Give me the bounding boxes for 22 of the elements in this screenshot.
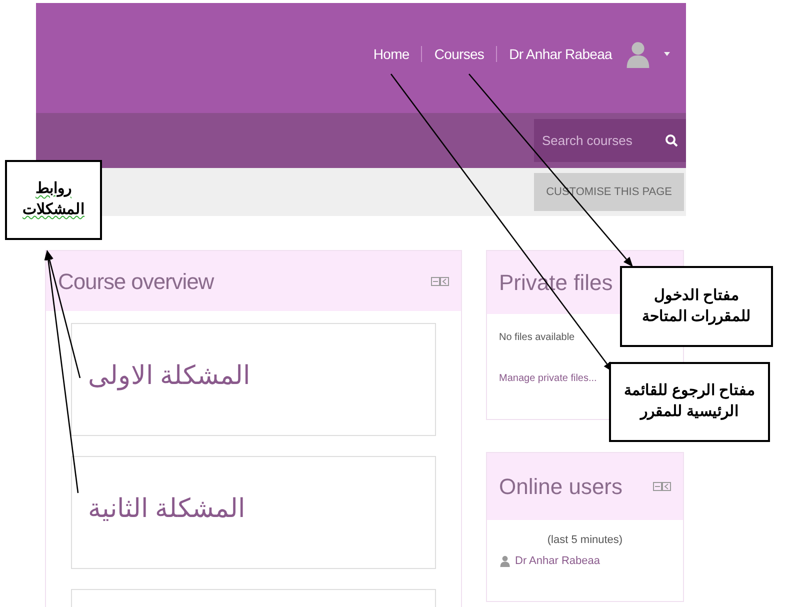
annotation-callout: مفتاح الدخول للمقررات المتاحة <box>620 266 773 347</box>
annotation-callout: روابط المشكلات <box>5 160 102 240</box>
period-text: (last 5 minutes) <box>546 533 624 548</box>
search-icon[interactable] <box>665 134 678 147</box>
course-link[interactable]: المشكلة الثانية <box>88 489 246 528</box>
search-field[interactable]: Search courses <box>542 130 652 150</box>
manage-files-link[interactable]: Manage private files... <box>499 371 597 386</box>
course-link[interactable]: المشكلة الاولى <box>88 356 250 395</box>
block-controls-icon[interactable] <box>653 482 671 491</box>
user-link[interactable]: Dr Anhar Rabeaa <box>515 552 600 569</box>
block-title: Online users <box>499 473 623 501</box>
block-title: Course overview <box>58 268 214 296</box>
search-box[interactable]: Search courses <box>534 119 686 162</box>
caret-icon[interactable] <box>664 52 670 56</box>
empty-files-text: No files available <box>499 331 576 345</box>
block-controls-icon[interactable] <box>431 276 449 286</box>
user-icon <box>624 40 652 68</box>
home-link[interactable]: Home <box>373 44 410 64</box>
courses-link[interactable]: Courses <box>434 44 484 64</box>
annotation-callout: مفتاح الرجوع للقائمة الرئيسية للمقرر <box>609 362 770 442</box>
user-icon <box>499 554 511 567</box>
user-menu-link[interactable]: Dr Anhar Rabeaa <box>509 44 612 64</box>
